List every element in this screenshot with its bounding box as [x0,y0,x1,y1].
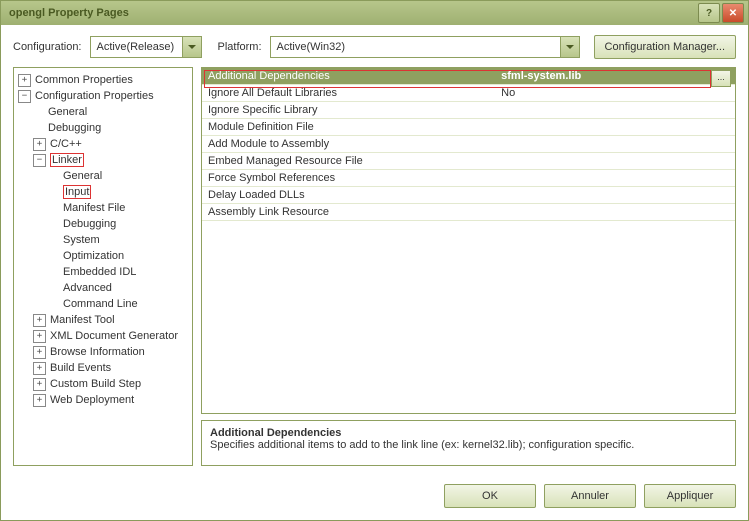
property-key: Delay Loaded DLLs [202,187,495,204]
tree-node-web-deploy[interactable]: +Web Deployment [16,392,190,408]
property-value[interactable] [495,153,735,170]
config-toolbar: Configuration: Active(Release) Platform:… [1,25,748,67]
property-key: Ignore All Default Libraries [202,85,495,102]
tree-node-linker-advanced[interactable]: Advanced [16,280,190,296]
window-title: opengl Property Pages [5,7,696,19]
property-value[interactable] [495,204,735,221]
property-value[interactable]: sfml-system.lib [495,68,735,85]
tree-node-manifest-tool[interactable]: +Manifest Tool [16,312,190,328]
property-row[interactable]: Force Symbol References [202,170,735,187]
property-key: Force Symbol References [202,170,495,187]
property-row[interactable]: Embed Managed Resource File [202,153,735,170]
dialog-footer: OK Annuler Appliquer [1,476,748,520]
property-key: Add Module to Assembly [202,136,495,153]
help-button[interactable]: ? [698,3,720,23]
chevron-down-icon [182,37,201,57]
tree-node-linker-optimization[interactable]: Optimization [16,248,190,264]
tree-node-general[interactable]: General [16,104,190,120]
platform-dropdown[interactable]: Active(Win32) [270,36,580,58]
tree-node-linker-system[interactable]: System [16,232,190,248]
description-panel: Additional Dependencies Specifies additi… [201,420,736,466]
property-pages-window: opengl Property Pages ? ✕ Configuration:… [0,0,749,521]
property-row[interactable]: Ignore All Default LibrariesNo [202,85,735,102]
tree-node-cpp[interactable]: +C/C++ [16,136,190,152]
tree-node-build-events[interactable]: +Build Events [16,360,190,376]
chevron-down-icon [560,37,579,57]
tree-node-common-properties[interactable]: +Common Properties [16,72,190,88]
category-tree[interactable]: +Common Properties −Configuration Proper… [13,67,193,466]
property-row[interactable]: Add Module to Assembly [202,136,735,153]
description-title: Additional Dependencies [210,427,341,439]
tree-node-linker[interactable]: −Linker [16,152,190,168]
property-row[interactable]: Delay Loaded DLLs [202,187,735,204]
browse-button[interactable]: ... [711,70,731,87]
close-button[interactable]: ✕ [722,3,744,23]
tree-node-configuration-properties[interactable]: −Configuration Properties [16,88,190,104]
property-value[interactable] [495,187,735,204]
configuration-manager-button[interactable]: Configuration Manager... [594,35,736,59]
property-grid: ... Additional Dependenciessfml-system.l… [201,67,736,414]
titlebar: opengl Property Pages ? ✕ [1,1,748,25]
property-row[interactable]: Assembly Link Resource [202,204,735,221]
configuration-label: Configuration: [13,41,82,53]
ok-button[interactable]: OK [444,484,536,508]
apply-button[interactable]: Appliquer [644,484,736,508]
property-row[interactable]: Module Definition File [202,119,735,136]
property-key: Embed Managed Resource File [202,153,495,170]
tree-node-linker-embeddedidl[interactable]: Embedded IDL [16,264,190,280]
property-key: Assembly Link Resource [202,204,495,221]
property-key: Ignore Specific Library [202,102,495,119]
tree-node-linker-input[interactable]: Input [16,184,190,200]
tree-node-linker-debugging[interactable]: Debugging [16,216,190,232]
property-row[interactable]: Ignore Specific Library [202,102,735,119]
tree-node-custom-step[interactable]: +Custom Build Step [16,376,190,392]
tree-node-linker-general[interactable]: General [16,168,190,184]
property-value[interactable] [495,136,735,153]
property-value[interactable]: No [495,85,735,102]
property-value[interactable] [495,102,735,119]
configuration-value: Active(Release) [91,41,182,53]
property-row[interactable]: Additional Dependenciessfml-system.lib [202,68,735,85]
property-key: Additional Dependencies [202,68,495,85]
platform-value: Active(Win32) [271,41,560,53]
tree-node-browse[interactable]: +Browse Information [16,344,190,360]
cancel-button[interactable]: Annuler [544,484,636,508]
description-text: Specifies additional items to add to the… [210,439,634,451]
tree-node-linker-manifest[interactable]: Manifest File [16,200,190,216]
property-value[interactable] [495,119,735,136]
configuration-dropdown[interactable]: Active(Release) [90,36,202,58]
tree-node-debugging[interactable]: Debugging [16,120,190,136]
property-value[interactable] [495,170,735,187]
platform-label: Platform: [218,41,262,53]
tree-node-xml-gen[interactable]: +XML Document Generator [16,328,190,344]
tree-node-linker-cmdline[interactable]: Command Line [16,296,190,312]
property-key: Module Definition File [202,119,495,136]
